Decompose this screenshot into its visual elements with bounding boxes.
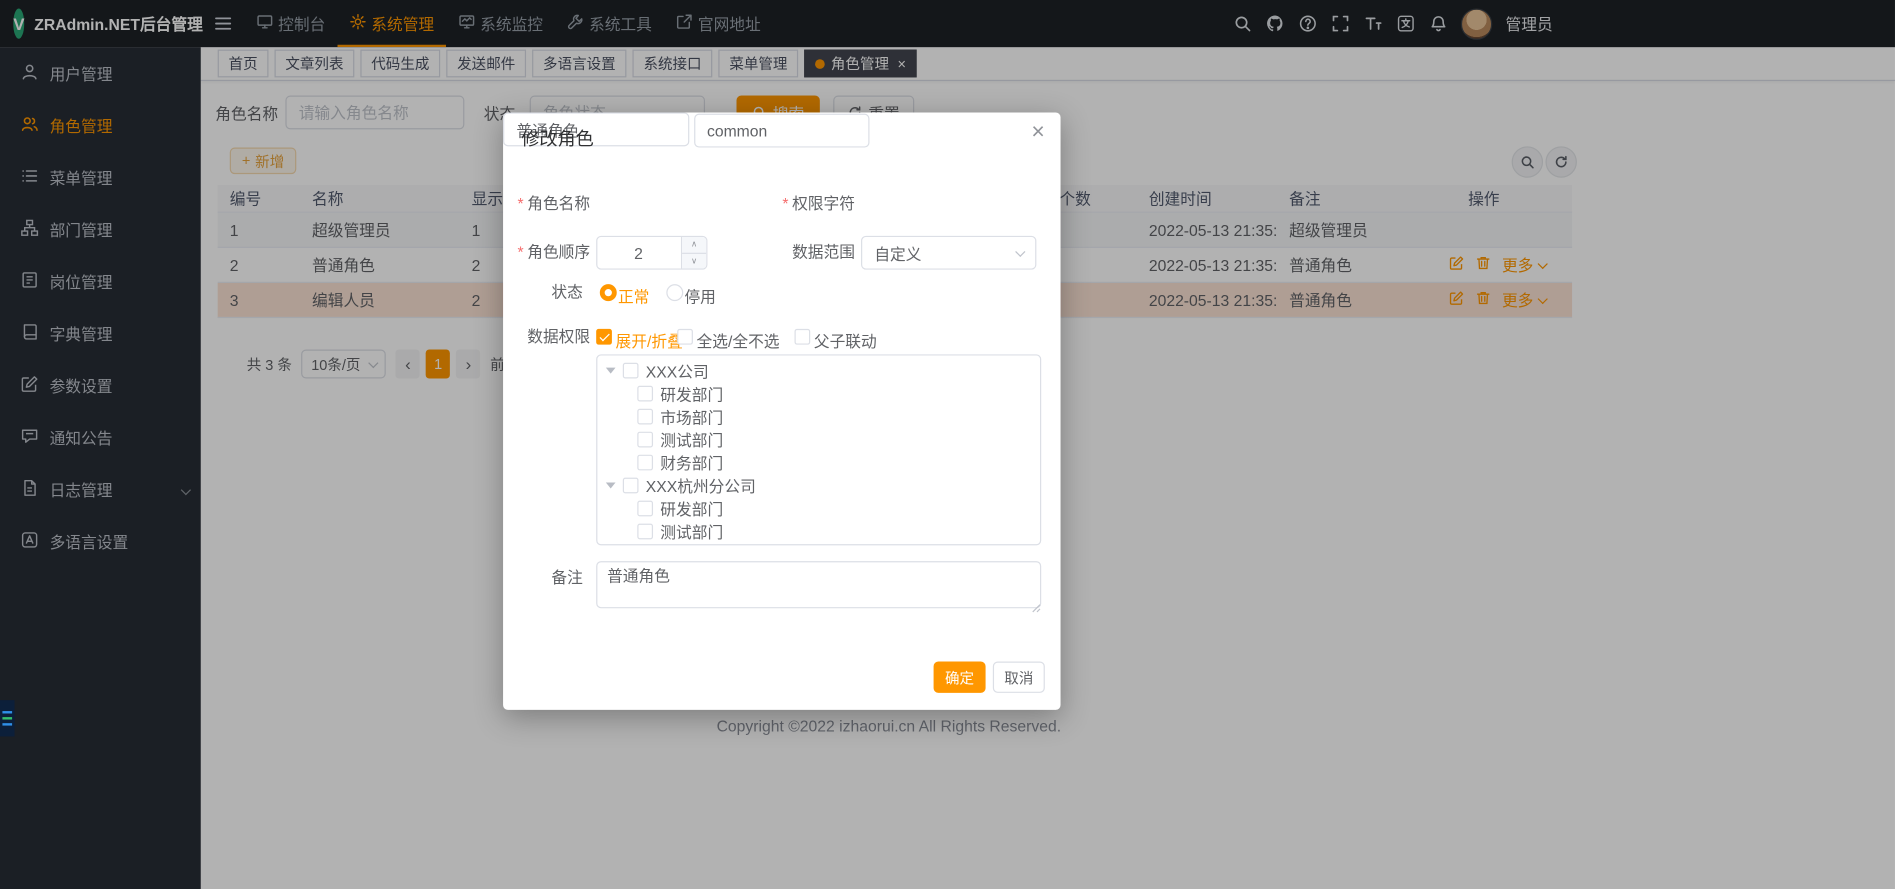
- tree-checkbox[interactable]: [637, 386, 653, 402]
- role-key-label: *权限字符: [752, 187, 855, 221]
- floating-monitor-widget[interactable]: [0, 700, 15, 736]
- role-name-label: *角色名称: [503, 187, 590, 221]
- tree-node-dept[interactable]: 测试部门: [597, 520, 1040, 543]
- status-label: 状态: [503, 281, 583, 305]
- role-key-input[interactable]: [694, 114, 869, 148]
- select-all-label[interactable]: 全选/全不选: [697, 329, 780, 352]
- status-radio-normal-label[interactable]: 正常: [618, 284, 649, 307]
- tree-checkbox[interactable]: [637, 524, 653, 540]
- permission-tree: XXX公司 研发部门 市场部门 测试部门 财务部门 XXX杭州分公司: [596, 354, 1041, 545]
- stepper-up-icon[interactable]: ∧: [682, 237, 706, 253]
- screen: V ZRAdmin.NET后台管理 控制台 系统管理 系统监控 系统工具: [0, 0, 1895, 889]
- tree-node-branch-company[interactable]: XXX杭州分公司: [597, 474, 1040, 497]
- tree-checkbox[interactable]: [623, 363, 639, 379]
- select-all-checkbox[interactable]: [677, 329, 693, 345]
- tree-node-dept[interactable]: 研发部门: [597, 382, 1040, 405]
- tree-node-company[interactable]: XXX公司: [597, 359, 1040, 382]
- dialog-title: 修改角色: [521, 126, 594, 151]
- close-icon[interactable]: ×: [1031, 120, 1044, 148]
- edit-role-dialog: 修改角色 × *角色名称 *权限字符 *角色顺序 ∧ ∨ 数据范围 自定义 状态: [503, 112, 1060, 709]
- app-root: V ZRAdmin.NET后台管理 控制台 系统管理 系统监控 系统工具: [0, 0, 1895, 889]
- cancel-button[interactable]: 取消: [993, 661, 1045, 692]
- tree-checkbox[interactable]: [637, 409, 653, 425]
- status-radio-normal[interactable]: [600, 284, 617, 301]
- confirm-button[interactable]: 确定: [934, 661, 986, 692]
- tree-checkbox[interactable]: [637, 501, 653, 517]
- stepper-down-icon[interactable]: ∨: [682, 253, 706, 268]
- status-radio-disabled-label[interactable]: 停用: [684, 284, 715, 307]
- data-scope-label: 数据范围: [758, 236, 855, 270]
- role-order-stepper: ∧ ∨: [596, 236, 707, 270]
- remark-textarea[interactable]: 普通角色: [596, 561, 1041, 608]
- tree-checkbox[interactable]: [623, 478, 639, 494]
- tree-node-dept[interactable]: 财务部门: [597, 451, 1040, 474]
- tree-node-dept[interactable]: 研发部门: [597, 497, 1040, 520]
- expand-collapse-label[interactable]: 展开/折叠: [616, 329, 683, 352]
- caret-down-icon[interactable]: [606, 483, 616, 489]
- role-order-label: *角色顺序: [503, 236, 590, 270]
- resize-grip-icon[interactable]: [1032, 599, 1042, 617]
- parent-child-link-checkbox[interactable]: [795, 329, 811, 345]
- tree-checkbox[interactable]: [637, 432, 653, 448]
- status-radio-disabled[interactable]: [666, 284, 683, 301]
- expand-collapse-checkbox[interactable]: [596, 329, 612, 345]
- data-scope-select[interactable]: 自定义: [861, 236, 1036, 270]
- caret-down-icon[interactable]: [606, 368, 616, 374]
- tree-node-dept[interactable]: 市场部门: [597, 405, 1040, 428]
- data-perm-label: 数据权限: [503, 325, 590, 349]
- remark-label: 备注: [503, 561, 583, 595]
- tree-checkbox[interactable]: [637, 455, 653, 471]
- tree-node-dept[interactable]: 测试部门: [597, 428, 1040, 451]
- parent-child-link-label[interactable]: 父子联动: [814, 329, 877, 352]
- chevron-down-icon: [1015, 247, 1025, 257]
